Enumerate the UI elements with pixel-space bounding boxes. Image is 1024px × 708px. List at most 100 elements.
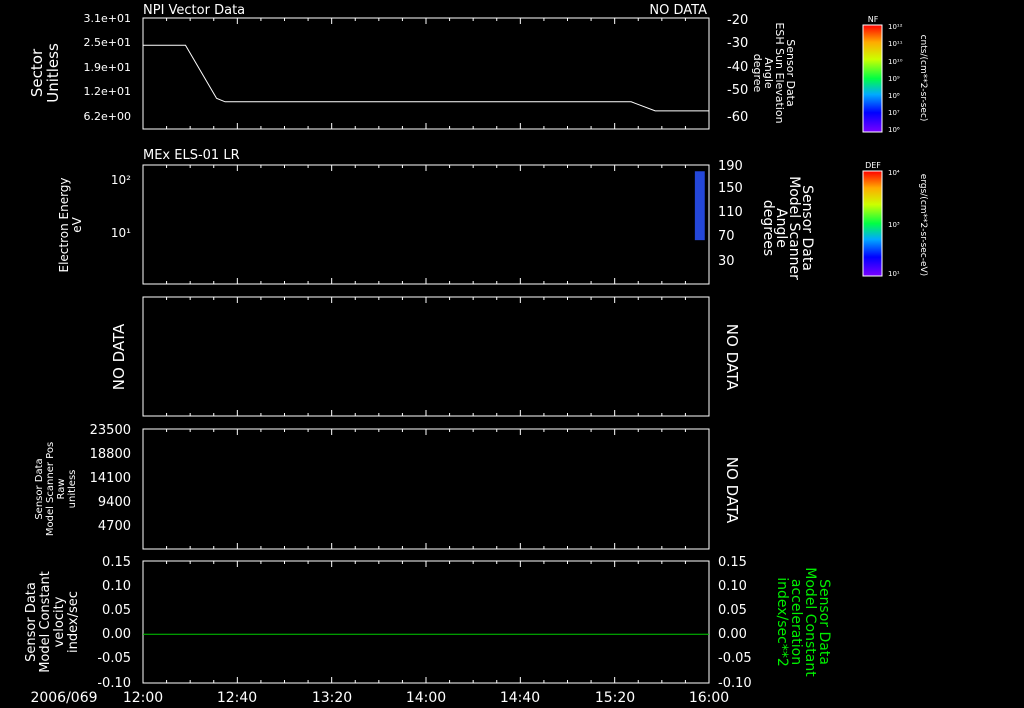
colorbar-nf: NF 10¹² 10¹¹ 10¹⁰ 10⁹ 10⁸ 10⁷ 10⁶ cnts/(… [862,15,928,134]
colorbar-tick: 10⁶ [888,126,900,134]
ytick-label: -0.05 [718,651,752,666]
time-axis: 2006/069 12:00 12:40 13:20 14:00 14:40 1… [30,690,729,706]
ytick-label: 1.2e+01 [84,85,131,98]
panel-1-status: NO DATA [649,3,707,18]
ytick-label: 30 [718,254,735,269]
xtick-label: 16:00 [689,690,729,706]
sun-elevation-trace [143,44,709,112]
colorbar-tick: 10³ [888,221,900,229]
panel-4-ylabel: Sensor Data Model Scanner Pos Raw unitle… [34,442,78,536]
ytick-label: 14100 [90,471,131,486]
date-label: 2006/069 [30,690,97,706]
panel-2-frame [142,164,710,285]
panel-2-ylabel-right: Sensor Data Model Scanner Angle degrees [760,176,815,280]
panel-3-frame [142,296,710,417]
panel-1-ylabel-right-line-4: degree [751,54,764,93]
ytick-label: 10¹ [111,226,131,240]
panel-1-yticks-right: -20 -30 -40 -50 -60 [727,13,748,125]
panel-2-ylabel-line-2: eV [70,216,84,232]
panel-1-ylabel: Sector Unitless [28,43,62,103]
colorbar-tick: 10¹² [888,23,903,31]
colorbar-tick: 10¹⁰ [888,58,903,66]
colorbar-nf-label: NF [868,15,879,24]
xtick-label: 14:40 [500,690,540,706]
panel-4-ylabel-line-1: Sensor Data [34,458,45,519]
panel-5-frame [142,560,710,684]
panel-2-title: MEx ELS-01 LR [143,148,240,163]
panel-4-frame [142,428,710,550]
panel-1-yticks-left: 3.1e+01 2.5e+01 1.9e+01 1.2e+01 6.2e+00 [84,12,131,123]
panel-3: NO DATA NO DATA [110,296,741,417]
panel-2-yticks-left: 10² 10¹ [111,173,131,240]
ytick-label: 18800 [90,447,131,462]
colorbar-nf-unit: cnts/(cm**2-sr-sec) [918,35,928,122]
panel-5-ylabel-line-2: Model Constant [38,571,53,673]
panel-2-ylabel: Electron Energy eV [57,177,84,272]
els-spectrogram-cell [694,171,705,241]
panel-5-ylabel-line-4: index/sec [66,591,81,653]
colorbar-tick: 10⁷ [888,109,900,117]
ytick-label: 0.05 [718,603,747,618]
panel-mex-els: MEx ELS-01 LR Electron Energy eV 10² 10¹… [57,148,815,285]
panel-1-ylabel-right: Sensor Data ESH Sun Elevation Angle degr… [751,22,797,123]
panel-2-ylabel-line-1: Electron Energy [57,177,71,272]
ytick-label: 70 [718,229,735,244]
panel-2-yticks-right: 190 150 110 70 30 [718,159,743,269]
panel-5-ylabel-line-3: velocity [52,596,67,647]
ytick-label: 190 [718,159,743,174]
ytick-label: 0.00 [102,627,131,642]
ytick-label: 6.2e+00 [84,110,131,123]
ytick-label: -20 [727,13,748,28]
panel-4-ylabel-line-3: Raw [56,478,67,499]
ytick-label: -40 [727,60,748,75]
panel-4-ylabel-line-4: unitless [67,470,78,509]
panel-5-ylabel-right-line-4: index/sec**2 [774,577,790,667]
panel-4-ylabel-line-2: Model Scanner Pos [45,442,56,536]
panel-5-yticks-left: 0.15 0.10 0.05 0.00 -0.05 -0.10 [97,555,131,691]
ytick-label: -30 [727,36,748,51]
xtick-label: 12:40 [217,690,257,706]
ytick-label: 9400 [98,495,131,510]
xtick-label: 12:00 [123,690,163,706]
ytick-label: 10² [111,173,131,187]
ytick-label: 1.9e+01 [84,61,131,74]
panel-5-ylabel-right: Sensor Data Model Constant acceleration … [774,567,832,677]
ytick-label: 0.15 [102,555,131,570]
colorbar-def-label: DEF [865,161,881,170]
panel-1-frame [142,17,710,130]
ytick-label: 0.00 [718,627,747,642]
colorbar-def: DEF 10⁴ 10³ 10¹ ergs/(cm**2-sr-sec-eV) [862,161,928,278]
panel-5: Sensor Data Model Constant velocity inde… [24,555,832,691]
ytick-label: 110 [718,205,743,220]
colorbar-tick: 10¹¹ [888,40,903,48]
colorbar-tick: 10¹ [888,270,900,278]
panel-1-ylabel-line-2: Unitless [44,43,62,103]
panel-1-title: NPI Vector Data [143,3,245,18]
panel-4: Sensor Data Model Scanner Pos Raw unitle… [34,423,741,550]
ytick-label: -0.10 [97,676,131,691]
panel-4-status-right: NO DATA [723,457,741,524]
ytick-label: -50 [727,83,748,98]
panel-3-status-left: NO DATA [110,323,128,390]
ytick-label: 150 [718,181,743,196]
colorbar-tick: 10⁸ [888,92,900,100]
panel-4-yticks-left: 23500 18800 14100 9400 4700 [90,423,131,534]
panel-3-status-right: NO DATA [723,324,741,391]
colorbar-def-unit: ergs/(cm**2-sr-sec-eV) [918,174,928,276]
xtick-label: 15:20 [595,690,635,706]
panel-2-ylabel-right-line-4: degrees [760,200,776,256]
plot-canvas: NPI Vector Data NO DATA Sector Unitless … [24,3,928,706]
colorbar-def-gradient [862,170,883,277]
ytick-label: 0.05 [102,603,131,618]
colorbar-tick: 10⁴ [888,169,900,177]
colorbar-nf-gradient [862,24,883,133]
ytick-label: -0.10 [718,676,752,691]
ytick-label: 0.10 [102,579,131,594]
xtick-label: 13:20 [312,690,352,706]
ytick-label: 4700 [98,519,131,534]
ytick-label: -60 [727,110,748,125]
panel-5-ylabel-line-1: Sensor Data [24,582,39,662]
colorbar-tick: 10⁹ [888,75,900,83]
ytick-label: -0.05 [97,651,131,666]
ytick-label: 0.10 [718,579,747,594]
